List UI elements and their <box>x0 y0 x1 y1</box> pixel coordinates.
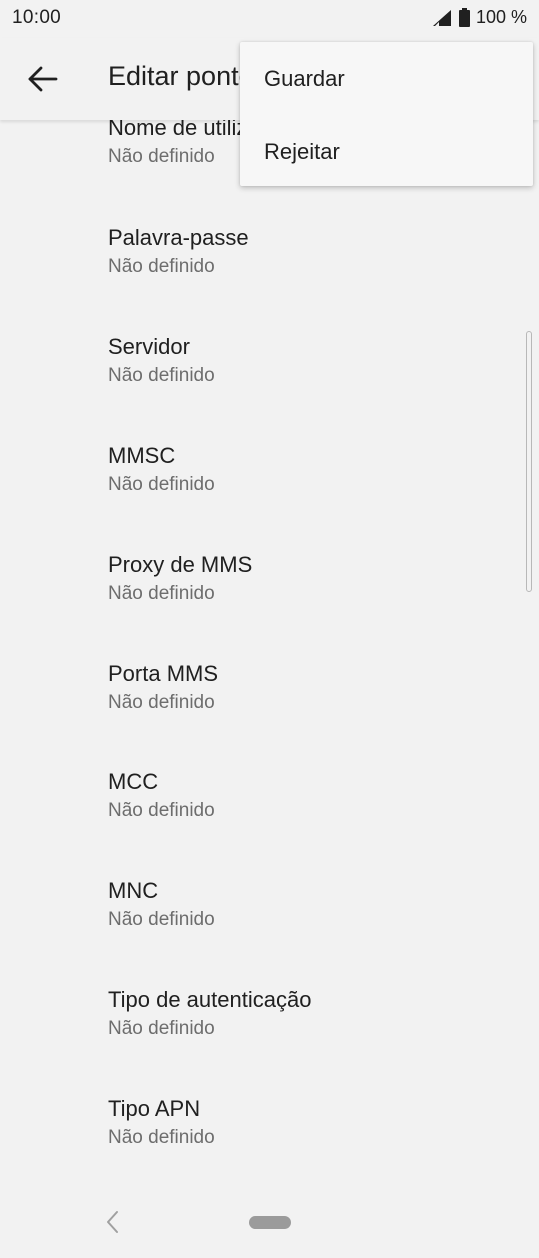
setting-title: Tipo APN <box>108 1096 201 1121</box>
setting-value: Não definido <box>108 256 215 277</box>
nav-back-icon[interactable] <box>105 1210 121 1234</box>
home-pill[interactable] <box>249 1216 291 1229</box>
battery-percentage: 100 % <box>475 7 527 27</box>
arrow-back-icon[interactable] <box>26 62 60 96</box>
setting-title: Palavra-passe <box>108 225 249 250</box>
setting-item-apn-type[interactable]: Tipo APN Não definido <box>108 1096 508 1150</box>
status-bar: 10:00 100 % <box>0 0 539 38</box>
setting-title: MMSC <box>108 443 176 468</box>
setting-item-mnc[interactable]: MNC Não definido <box>108 878 508 932</box>
setting-item-mmsc[interactable]: MMSC Não definido <box>108 443 508 497</box>
setting-value: Não definido <box>108 800 215 821</box>
navigation-bar <box>0 1186 539 1258</box>
settings-list: Nome de utilizador Não definido Palavra-… <box>0 120 539 1186</box>
page-title: Editar ponto de acesso <box>108 61 248 91</box>
battery-icon <box>458 8 470 27</box>
setting-value: Não definido <box>108 909 215 930</box>
setting-item-server[interactable]: Servidor Não definido <box>108 334 508 388</box>
setting-item-mms-port[interactable]: Porta MMS Não definido <box>108 661 508 715</box>
setting-title: Servidor <box>108 334 190 359</box>
setting-title: Proxy de MMS <box>108 552 253 577</box>
signal-icon <box>432 9 451 26</box>
status-icons: 100 % <box>432 7 527 28</box>
setting-value: Não definido <box>108 583 215 604</box>
setting-value: Não definido <box>108 1127 215 1148</box>
setting-item-mms-proxy[interactable]: Proxy de MMS Não definido <box>108 552 508 606</box>
menu-item-discard[interactable]: Rejeitar <box>264 139 340 165</box>
setting-item-mcc[interactable]: MCC Não definido <box>108 769 508 823</box>
setting-value: Não definido <box>108 1018 215 1039</box>
setting-title: MNC <box>108 878 159 903</box>
status-time: 10:00 <box>12 7 62 28</box>
setting-value: Não definido <box>108 474 215 495</box>
setting-value: Não definido <box>108 692 215 713</box>
menu-item-save[interactable]: Guardar <box>264 66 345 92</box>
setting-item-auth-type[interactable]: Tipo de autenticação Não definido <box>108 987 508 1041</box>
setting-title: MCC <box>108 769 159 794</box>
setting-title: Porta MMS <box>108 661 219 686</box>
setting-title: Tipo de autenticação <box>108 987 312 1012</box>
overflow-menu: Guardar Rejeitar <box>240 42 533 186</box>
scrollbar[interactable] <box>526 331 532 592</box>
setting-item-password[interactable]: Palavra-passe Não definido <box>108 225 508 279</box>
setting-value: Não definido <box>108 365 215 386</box>
